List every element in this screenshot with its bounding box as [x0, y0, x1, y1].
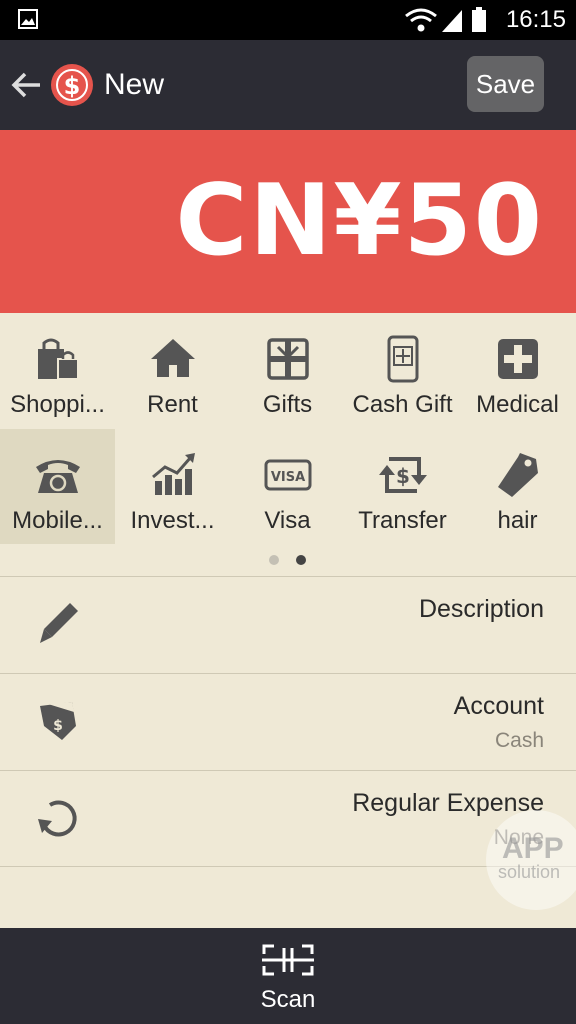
medical-cross-icon	[498, 339, 538, 379]
wallet-icon: $	[40, 702, 76, 740]
scan-icon	[262, 944, 314, 976]
category-invest[interactable]: Invest...	[115, 429, 230, 544]
investment-chart-icon	[152, 453, 195, 495]
category-label: Transfer	[358, 507, 447, 534]
category-visa[interactable]: VISA Visa	[230, 429, 345, 544]
category-label: Shoppi...	[10, 391, 105, 418]
description-label: Description	[418, 595, 544, 623]
watermark-line1: APP	[502, 832, 564, 865]
status-bar: 16:15	[0, 0, 576, 40]
watermark-logo: APP solution	[486, 810, 576, 910]
app-logo-icon: $	[51, 64, 93, 106]
red-envelope-icon	[387, 335, 419, 383]
svg-text:$: $	[64, 72, 81, 100]
category-label: Visa	[264, 507, 311, 534]
visa-card-icon: VISA	[264, 459, 312, 491]
account-label: Account	[453, 692, 544, 720]
scan-bar[interactable]: Scan	[0, 928, 576, 1024]
gift-box-icon	[267, 338, 309, 380]
page-dot-2[interactable]	[296, 555, 306, 565]
tag-icon	[498, 453, 538, 497]
page-title: New	[104, 68, 165, 101]
category-label: Gifts	[262, 391, 313, 418]
page-dot-1[interactable]	[269, 555, 279, 565]
category-cash-gift[interactable]: Cash Gift	[345, 313, 460, 428]
category-medical[interactable]: Medical	[460, 313, 575, 428]
svg-text:$: $	[53, 718, 63, 734]
category-transfer[interactable]: $ Transfer	[345, 429, 460, 544]
amount-value: CN¥50	[175, 164, 544, 278]
category-grid: Shoppi... Rent Gifts Cash Gift Medical M…	[0, 313, 576, 575]
transfer-icon: $	[379, 457, 427, 493]
svg-text:VISA: VISA	[271, 470, 305, 485]
pencil-icon	[40, 603, 78, 643]
app-bar: $ New Save	[0, 40, 576, 130]
account-row[interactable]: $ Account Cash	[0, 673, 576, 770]
svg-text:$: $	[396, 464, 410, 488]
back-arrow-icon[interactable]	[10, 68, 44, 102]
category-hair[interactable]: hair	[460, 429, 575, 544]
amount-display[interactable]: CN¥50	[0, 130, 576, 313]
category-label: Medical	[476, 391, 559, 418]
category-label: Invest...	[130, 507, 215, 534]
category-mobile[interactable]: Mobile...	[0, 429, 115, 544]
signal-battery-icons	[405, 7, 486, 32]
repeat-icon	[38, 800, 77, 837]
category-gifts[interactable]: Gifts	[230, 313, 345, 428]
category-shopping[interactable]: Shoppi...	[0, 313, 115, 428]
scan-label: Scan	[260, 986, 316, 1013]
category-label: Cash Gift	[352, 391, 453, 418]
page-indicator	[0, 549, 576, 569]
category-label: Mobile...	[12, 507, 103, 534]
image-notification-icon	[18, 9, 38, 29]
house-icon	[151, 339, 195, 377]
shopping-bags-icon	[38, 338, 79, 380]
category-rent[interactable]: Rent	[115, 313, 230, 428]
telephone-icon	[36, 460, 80, 493]
clock-time: 16:15	[505, 6, 566, 33]
watermark-line2: solution	[498, 862, 561, 882]
category-label: Rent	[147, 391, 198, 418]
account-value: Cash	[494, 729, 544, 752]
category-label: hair	[497, 507, 538, 534]
save-button[interactable]: Save	[467, 56, 544, 112]
description-row[interactable]: Description	[0, 576, 576, 673]
